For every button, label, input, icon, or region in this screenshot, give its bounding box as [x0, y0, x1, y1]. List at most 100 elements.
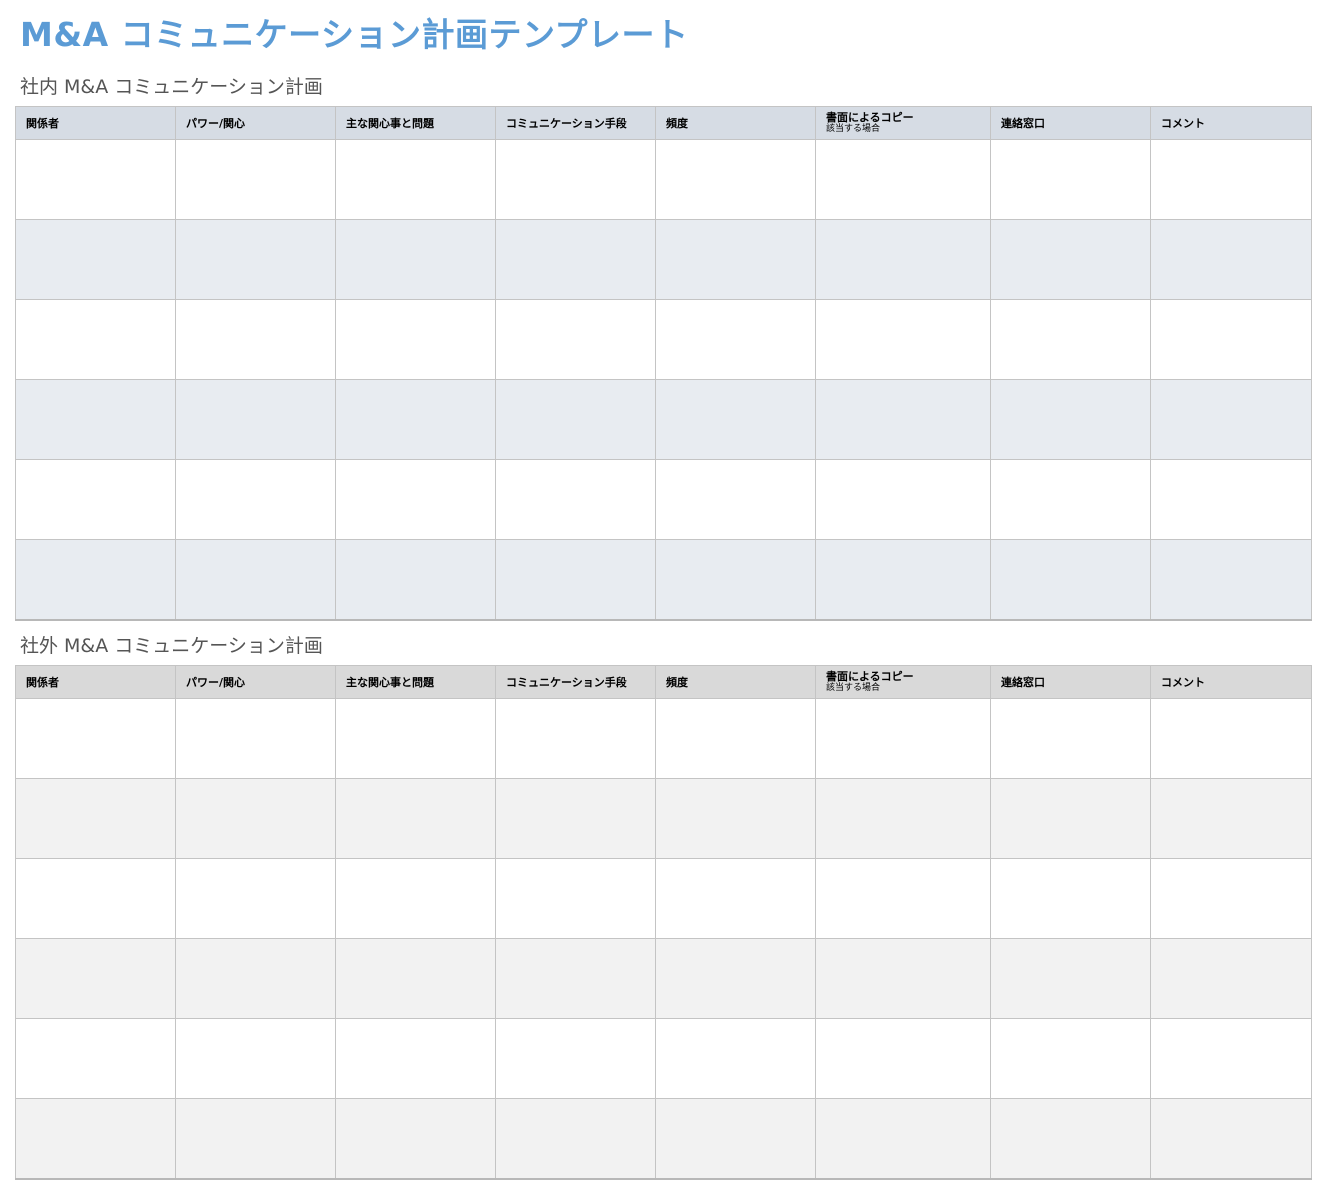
table-cell[interactable] [335, 858, 496, 939]
table-cell[interactable] [15, 139, 176, 220]
table-cell[interactable] [1150, 858, 1312, 939]
table-cell[interactable] [175, 299, 336, 380]
column-header-communication-method: コミュニケーション手段 [495, 106, 656, 140]
table-row [15, 379, 1312, 460]
table-cell[interactable] [1150, 459, 1312, 540]
table-cell[interactable] [990, 539, 1151, 621]
table-cell[interactable] [175, 379, 336, 460]
table-cell[interactable] [15, 219, 176, 300]
table-cell[interactable] [815, 299, 991, 380]
table-cell[interactable] [1150, 1018, 1312, 1099]
table-cell[interactable] [15, 938, 176, 1019]
table-cell[interactable] [815, 379, 991, 460]
table-cell[interactable] [990, 778, 1151, 859]
table-cell[interactable] [990, 299, 1151, 380]
table-cell[interactable] [495, 299, 656, 380]
table-cell[interactable] [655, 219, 816, 300]
table-cell[interactable] [335, 379, 496, 460]
table-cell[interactable] [15, 698, 176, 779]
table-cell[interactable] [1150, 299, 1312, 380]
table-cell[interactable] [1150, 778, 1312, 859]
table-cell[interactable] [335, 539, 496, 621]
table-cell[interactable] [495, 459, 656, 540]
table-cell[interactable] [1150, 698, 1312, 779]
table-cell[interactable] [1150, 139, 1312, 220]
table-cell[interactable] [990, 1098, 1151, 1180]
table-cell[interactable] [990, 1018, 1151, 1099]
table-cell[interactable] [175, 698, 336, 779]
table-cell[interactable] [15, 858, 176, 939]
table-cell[interactable] [495, 1018, 656, 1099]
table-cell[interactable] [990, 379, 1151, 460]
table-cell[interactable] [15, 778, 176, 859]
table-cell[interactable] [655, 379, 816, 460]
table-cell[interactable] [1150, 219, 1312, 300]
table-cell[interactable] [175, 1018, 336, 1099]
table-cell[interactable] [990, 139, 1151, 220]
table-cell[interactable] [335, 698, 496, 779]
table-cell[interactable] [815, 938, 991, 1019]
table-cell[interactable] [655, 1018, 816, 1099]
table-cell[interactable] [175, 1098, 336, 1180]
table-cell[interactable] [175, 219, 336, 300]
table-cell[interactable] [335, 1018, 496, 1099]
table-row [15, 1098, 1312, 1180]
table-cell[interactable] [815, 778, 991, 859]
table-cell[interactable] [990, 219, 1151, 300]
table-cell[interactable] [1150, 539, 1312, 621]
table-cell[interactable] [15, 1098, 176, 1180]
table-cell[interactable] [990, 698, 1151, 779]
table-cell[interactable] [655, 938, 816, 1019]
table-cell[interactable] [495, 219, 656, 300]
table-cell[interactable] [15, 539, 176, 621]
table-cell[interactable] [495, 778, 656, 859]
table-cell[interactable] [335, 459, 496, 540]
table-cell[interactable] [990, 858, 1151, 939]
table-cell[interactable] [15, 459, 176, 540]
table-cell[interactable] [15, 299, 176, 380]
table-cell[interactable] [815, 1018, 991, 1099]
table-cell[interactable] [175, 858, 336, 939]
table-cell[interactable] [815, 459, 991, 540]
table-cell[interactable] [335, 778, 496, 859]
table-cell[interactable] [815, 1098, 991, 1180]
table-cell[interactable] [1150, 1098, 1312, 1180]
table-cell[interactable] [815, 219, 991, 300]
table-cell[interactable] [495, 379, 656, 460]
table-cell[interactable] [495, 539, 656, 621]
table-cell[interactable] [335, 219, 496, 300]
table-cell[interactable] [655, 459, 816, 540]
table-cell[interactable] [990, 459, 1151, 540]
table-cell[interactable] [15, 1018, 176, 1099]
table-cell[interactable] [1150, 938, 1312, 1019]
table-cell[interactable] [495, 1098, 656, 1180]
table-cell[interactable] [335, 938, 496, 1019]
table-cell[interactable] [175, 539, 336, 621]
table-cell[interactable] [655, 698, 816, 779]
table-cell[interactable] [655, 299, 816, 380]
table-cell[interactable] [175, 459, 336, 540]
table-cell[interactable] [655, 858, 816, 939]
table-cell[interactable] [655, 139, 816, 220]
table-cell[interactable] [175, 938, 336, 1019]
table-cell[interactable] [495, 858, 656, 939]
table-cell[interactable] [815, 139, 991, 220]
table-cell[interactable] [655, 539, 816, 621]
table-cell[interactable] [1150, 379, 1312, 460]
table-cell[interactable] [815, 858, 991, 939]
table-cell[interactable] [815, 539, 991, 621]
table-cell[interactable] [335, 139, 496, 220]
table-cell[interactable] [655, 778, 816, 859]
table-cell[interactable] [335, 1098, 496, 1180]
table-cell[interactable] [990, 938, 1151, 1019]
table-cell[interactable] [495, 139, 656, 220]
table-cell[interactable] [655, 1098, 816, 1180]
table-cell[interactable] [175, 778, 336, 859]
table-cell[interactable] [815, 698, 991, 779]
table-cell[interactable] [335, 299, 496, 380]
table-cell[interactable] [495, 938, 656, 1019]
column-header-communication-method: コミュニケーション手段 [495, 665, 656, 699]
table-cell[interactable] [15, 379, 176, 460]
table-cell[interactable] [495, 698, 656, 779]
table-cell[interactable] [175, 139, 336, 220]
